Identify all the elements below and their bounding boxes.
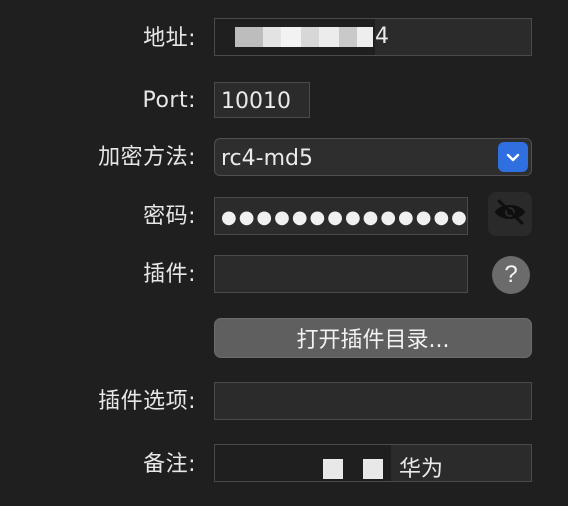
encryption-value: rc4-md5 xyxy=(221,145,313,171)
plugin-label: 插件: xyxy=(143,262,196,287)
plugin-field[interactable] xyxy=(214,255,468,293)
open-plugin-dir-label: 打开插件目录... xyxy=(296,328,450,353)
remark-field[interactable]: 华为 xyxy=(214,444,532,482)
open-plugin-dir-button[interactable]: 打开插件目录... xyxy=(214,318,532,358)
question-icon: ? xyxy=(504,261,518,288)
password-label: 密码: xyxy=(143,204,196,229)
password-visibility-toggle[interactable] xyxy=(488,192,532,236)
chevron-down-icon[interactable] xyxy=(498,142,528,172)
encryption-label: 加密方法: xyxy=(98,145,196,170)
port-value: 10010 xyxy=(221,88,291,114)
eye-slash-icon xyxy=(493,198,527,230)
password-field[interactable]: ●●●●●●●●●●●●●●●●● xyxy=(214,197,468,235)
password-value: ●●●●●●●●●●●●●●●●● xyxy=(221,206,468,228)
address-field[interactable]: 4 xyxy=(214,18,532,56)
help-button[interactable]: ? xyxy=(492,256,530,294)
plugin-options-label: 插件选项: xyxy=(98,389,196,414)
address-label: 地址: xyxy=(143,26,196,51)
port-label: Port: xyxy=(142,88,196,113)
remark-label: 备注: xyxy=(143,452,196,477)
port-field[interactable]: 10010 xyxy=(214,82,310,118)
remark-value-tail: 华为 xyxy=(399,457,444,482)
address-value-tail: 4 xyxy=(375,24,389,49)
plugin-options-field[interactable] xyxy=(214,382,532,420)
encryption-select[interactable]: rc4-md5 xyxy=(214,138,532,176)
